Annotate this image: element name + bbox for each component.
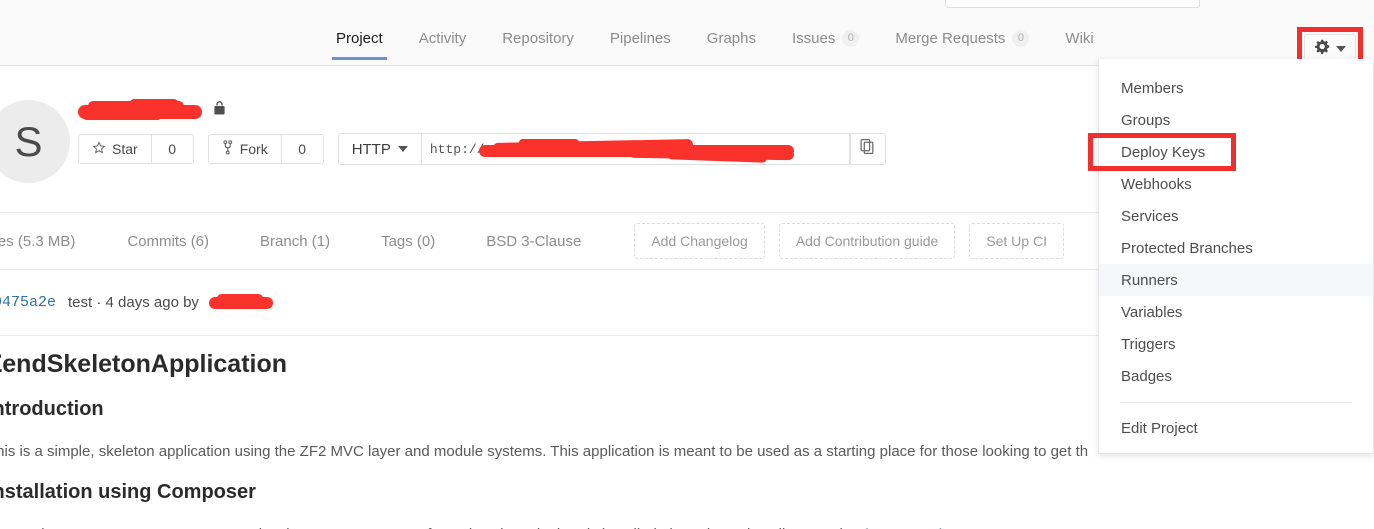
set-up-ci-button[interactable]: Set Up CI [969,223,1064,259]
stat-files[interactable]: Files (5.3 MB) [0,233,75,250]
lock-icon [212,100,227,120]
menu-item-deploy-keys[interactable]: Deploy Keys [1099,136,1373,168]
menu-item-edit-project[interactable]: Edit Project [1099,412,1373,444]
tab-label: Merge Requests [895,29,1006,47]
fork-label: Fork [239,141,268,157]
project-action-buttons: Star 0 Fork 0 HTTP http:// [78,133,886,165]
merge-requests-count-badge: 0 [1012,29,1030,47]
tab-project[interactable]: Project [318,10,401,60]
menu-item-services[interactable]: Services [1099,200,1373,232]
readme-intro-paragraph: This is a simple, skeleton application u… [0,443,1089,460]
tab-label: Repository [502,29,574,47]
add-contribution-guide-button[interactable]: Add Contribution guide [778,223,956,259]
tab-pipelines[interactable]: Pipelines [592,10,689,49]
tab-label: Graphs [706,29,756,47]
project-name-redacted [78,99,202,120]
fork-icon [222,140,234,158]
global-search-input[interactable] [945,0,1200,8]
menu-item-variables[interactable]: Variables [1099,296,1373,328]
tab-label: Issues [791,29,836,47]
menu-item-groups[interactable]: Groups [1099,104,1373,136]
tab-wiki[interactable]: Wiki [1047,10,1111,49]
project-nav-bar: Project Activity Repository Pipelines Gr… [0,10,1374,73]
tab-label: Pipelines [609,29,671,47]
menu-item-runners[interactable]: Runners [1099,264,1373,296]
tab-label: Activity [418,29,467,47]
star-count[interactable]: 0 [151,134,194,164]
project-avatar: S [0,100,70,183]
project-nav-tabs: Project Activity Repository Pipelines Gr… [318,10,1112,66]
clone-url-input[interactable]: http:// xxxxxxxxxxxxxxxxxxxxxxxxxxxxxxxx… [421,133,850,165]
stat-license[interactable]: BSD 3-Clause [486,233,581,250]
menu-item-webhooks[interactable]: Webhooks [1099,168,1373,200]
fork-count[interactable]: 0 [281,134,324,164]
settings-dropdown-trigger-wrap [1297,27,1363,73]
clone-url-redaction [478,137,794,163]
star-icon [92,140,106,158]
stat-commits[interactable]: Commits (6) [127,233,209,250]
tab-label: Wiki [1065,29,1094,47]
commit-sha-link[interactable]: 0475a2e [0,294,56,311]
readme-intro-heading: Introduction [0,398,104,420]
clone-protocol-select[interactable]: HTTP [337,133,422,165]
clone-url-group: HTTP http:// xxxxxxxxxxxxxxxxxxxxxxxxxxx… [337,133,886,165]
clone-protocol-label: HTTP [351,140,391,158]
tab-graphs[interactable]: Graphs [689,10,774,49]
menu-item-protected-branches[interactable]: Protected Branches [1099,232,1373,264]
tab-merge-requests[interactable]: Merge Requests 0 [877,10,1047,49]
readme-install-heading: Installation using Composer [0,481,256,503]
top-bar-strip [0,0,1374,10]
tab-repository[interactable]: Repository [484,10,592,49]
commit-message: test · 4 days ago by [68,294,199,311]
tab-activity[interactable]: Activity [401,10,485,49]
stat-branch[interactable]: Branch (1) [260,233,330,250]
tab-issues[interactable]: Issues 0 [774,10,877,49]
project-settings-dropdown: Members Groups Deploy Keys Webhooks Serv… [1098,59,1374,454]
fork-button-group: Fork 0 [207,134,324,164]
menu-item-badges[interactable]: Badges [1099,360,1373,392]
fork-button[interactable]: Fork [207,134,282,164]
menu-item-triggers[interactable]: Triggers [1099,328,1373,360]
add-changelog-button[interactable]: Add Changelog [634,223,765,259]
menu-divider [1120,402,1352,403]
copy-url-button[interactable] [849,133,886,165]
star-button-group: Star 0 [78,134,194,164]
star-label: Star [112,141,138,157]
clone-url-prefix: http:// [429,141,485,157]
star-button[interactable]: Star [78,134,152,164]
commit-author-redaction [208,294,273,311]
project-title-row [78,99,227,120]
copy-icon [859,138,876,160]
readme-heading: ZendSkeletonApplication [0,350,288,378]
stat-tags[interactable]: Tags (0) [381,233,435,250]
tab-label: Project [336,29,383,47]
issues-count-badge: 0 [842,29,860,47]
avatar-letter: S [14,117,43,165]
chevron-down-icon [397,146,408,152]
menu-item-members[interactable]: Members [1099,72,1373,104]
